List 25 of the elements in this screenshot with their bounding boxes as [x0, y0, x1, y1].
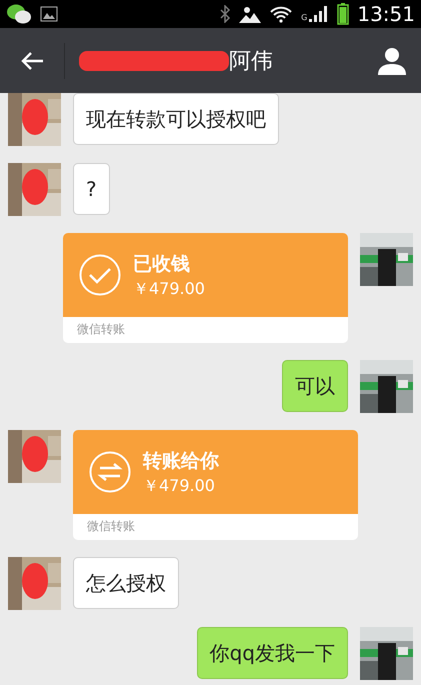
transfer-card[interactable]: 已收钱 ￥479.00 微信转账 — [63, 233, 348, 343]
network-type: G — [301, 13, 308, 22]
chat-bubbles-icon — [6, 3, 32, 25]
transfer-amount: ￥479.00 — [133, 278, 205, 300]
chat-title: 阿伟 — [229, 48, 273, 76]
message-bubble: 你qq发我一下 — [196, 627, 348, 679]
message-bubble: 怎么授权 — [73, 557, 179, 609]
transfer-card[interactable]: 转账给你 ￥479.00 微信转账 — [73, 430, 358, 540]
transfer-label: 微信转账 — [76, 321, 126, 338]
transfer-label: 微信转账 — [86, 518, 136, 535]
transfer-title: 转账给你 — [143, 448, 219, 474]
wifi-icon — [269, 5, 294, 23]
transfer-amount: ￥479.00 — [143, 476, 216, 496]
back-arrow-icon[interactable] — [20, 50, 44, 70]
battery-icon — [337, 3, 350, 25]
bluetooth-icon — [219, 5, 232, 23]
message-bubble: ? — [73, 163, 110, 215]
signal-icon — [309, 5, 330, 23]
person-icon[interactable] — [377, 46, 407, 76]
message-bubble: 可以 — [282, 360, 348, 412]
image-icon — [40, 6, 58, 22]
sun-mountain-icon — [239, 5, 262, 23]
clock: 13:51 — [357, 2, 415, 26]
transfer-title: 已收钱 — [133, 252, 191, 276]
message-bubble: 现在转款可以授权吧 — [73, 93, 279, 145]
